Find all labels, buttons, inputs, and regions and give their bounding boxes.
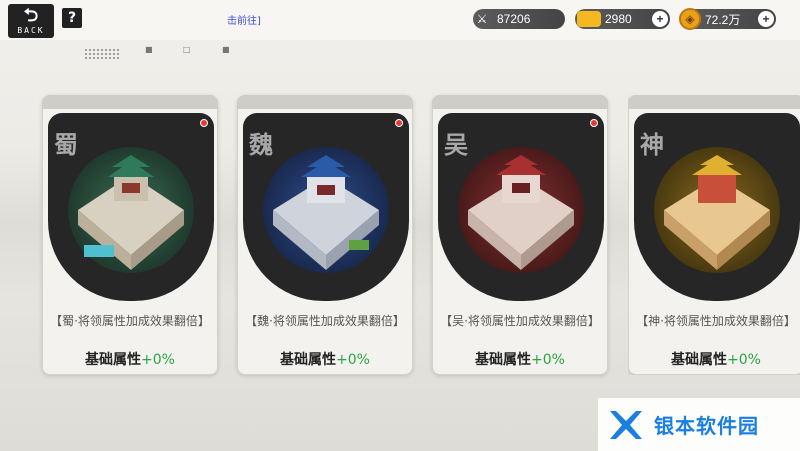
- watermark-text: 银本软件园: [654, 414, 759, 438]
- castle-wei-icon: [273, 155, 379, 270]
- decorative-dots: [84, 48, 120, 60]
- base-label: 基础属性: [85, 352, 142, 368]
- resource-coin: ◈ 72.2万 +: [679, 8, 776, 30]
- add-coin-button[interactable]: +: [758, 11, 774, 27]
- resource-value: 2980: [605, 12, 632, 26]
- card-tab: [432, 95, 608, 109]
- decorative-square: □: [183, 45, 191, 54]
- decorative-square: ■: [222, 45, 230, 54]
- base-attribute: 基础属性+0%: [440, 349, 600, 369]
- resource-power: ⚔ 87206: [473, 9, 565, 29]
- gold-ingot-icon: [577, 11, 601, 27]
- back-arrow-icon: ⮌: [23, 5, 39, 26]
- card-tab: [237, 95, 413, 109]
- bonus-description: 【蜀·将领属性加成效果翻倍】: [50, 314, 210, 328]
- decorative-square: ■: [145, 45, 153, 54]
- base-value: +0%: [531, 352, 565, 368]
- bonus-description: 【魏·将领属性加成效果翻倍】: [245, 314, 405, 328]
- castle-shen-icon: [664, 155, 770, 270]
- resource-value: 72.2万: [705, 12, 741, 27]
- coin-icon: ◈: [679, 8, 701, 30]
- top-bar: ⮌ BACK ? 击前往] ⚔ 87206 2980 + ◈ 72.2万 +: [0, 0, 800, 40]
- bonus-description: 【吴·将领属性加成效果翻倍】: [440, 314, 600, 328]
- resource-gold: 2980 +: [575, 9, 670, 29]
- faction-card-shu[interactable]: 蜀 【蜀·将领属性加成效果翻倍】 基础属性+0%: [42, 95, 218, 375]
- card-tab: [628, 95, 800, 109]
- back-label: BACK: [17, 26, 45, 35]
- base-label: 基础属性: [671, 352, 728, 368]
- base-attribute: 基础属性+0%: [245, 349, 405, 369]
- faction-card-shen[interactable]: 神 【神·将领属性加成效果翻倍】 基础属性+0%: [628, 95, 800, 375]
- base-attribute: 基础属性+0%: [636, 349, 796, 369]
- base-value: +0%: [727, 352, 761, 368]
- base-attribute: 基础属性+0%: [50, 349, 210, 369]
- castle-shu-icon: [78, 155, 184, 270]
- help-button[interactable]: ?: [62, 8, 82, 28]
- faction-card-wei[interactable]: 魏 【魏·将领属性加成效果翻倍】 基础属性+0%: [237, 95, 413, 375]
- add-gold-button[interactable]: +: [652, 11, 668, 27]
- card-tab: [42, 95, 218, 109]
- notice-link[interactable]: 击前往]: [227, 12, 261, 27]
- notification-dot: [200, 119, 208, 127]
- watermark-logo-icon: [610, 410, 642, 439]
- base-label: 基础属性: [475, 352, 532, 368]
- notification-dot: [395, 119, 403, 127]
- watermark: 银本软件园: [598, 398, 800, 451]
- base-value: +0%: [141, 352, 175, 368]
- notification-dot: [590, 119, 598, 127]
- back-button[interactable]: ⮌ BACK: [8, 4, 54, 38]
- bonus-description: 【神·将领属性加成效果翻倍】: [636, 314, 796, 328]
- castle-wu-icon: [468, 155, 574, 270]
- base-value: +0%: [336, 352, 370, 368]
- base-label: 基础属性: [280, 352, 337, 368]
- crossed-swords-icon: ⚔: [476, 12, 488, 26]
- resource-value: 87206: [497, 12, 531, 26]
- faction-card-wu[interactable]: 吴 【吴·将领属性加成效果翻倍】 基础属性+0%: [432, 95, 608, 375]
